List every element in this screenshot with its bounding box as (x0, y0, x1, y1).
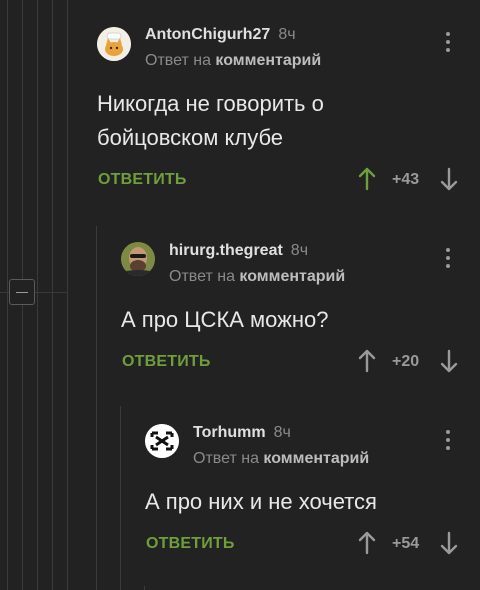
thread-line (22, 0, 23, 279)
comment-time: 8ч (278, 26, 296, 43)
upvote-icon[interactable] (357, 531, 377, 555)
comment-text: Никогда не говорить о бойцовском клубе (97, 87, 324, 155)
comment-text-line: А про них и не хочется (145, 489, 377, 514)
reply-target-link[interactable]: комментарий (263, 450, 369, 467)
thread-branch (35, 292, 67, 293)
reply-prefix: Ответ на (193, 450, 259, 467)
rating-value: +54 (392, 535, 420, 552)
upvote-icon[interactable] (357, 167, 377, 191)
comment-text-line: бойцовском клубе (97, 125, 284, 150)
more-options-icon[interactable] (443, 430, 453, 452)
reply-to-label: Ответ на комментарий (193, 450, 369, 468)
downvote-icon[interactable] (439, 167, 459, 191)
comment-text: А про ЦСКА можно? (121, 303, 329, 337)
upvote-icon[interactable] (357, 349, 377, 373)
comment-text-line: Никогда не говорить о (97, 91, 324, 116)
comment-text-line: А про ЦСКА можно? (121, 307, 329, 332)
reply-button[interactable]: ОТВЕТИТЬ (122, 353, 211, 371)
rating-value: +43 (392, 171, 420, 188)
rammstein-logo-avatar[interactable] (145, 424, 179, 458)
collapse-thread-button[interactable] (9, 279, 35, 305)
comment-time: 8ч (273, 424, 291, 441)
comment-author[interactable]: hirurg.thegreat 8ч (169, 242, 308, 260)
rating-value: +20 (392, 353, 420, 370)
reply-button[interactable]: ОТВЕТИТЬ (146, 535, 235, 553)
chef-cat-avatar[interactable] (97, 27, 131, 61)
downvote-icon[interactable] (439, 531, 459, 555)
reply-target-link[interactable]: комментарий (215, 52, 321, 69)
reply-to-label: Ответ на комментарий (145, 52, 321, 70)
author-name[interactable]: hirurg.thegreat (169, 242, 283, 259)
thread-line (22, 305, 23, 590)
thread-line (67, 0, 68, 590)
thread-line (7, 0, 8, 590)
thread-line (120, 406, 121, 590)
author-name[interactable]: AntonChigurh27 (145, 26, 270, 43)
thread-line (37, 0, 38, 590)
thread-line (52, 0, 53, 590)
comment-text: А про них и не хочется (145, 485, 377, 519)
reply-button[interactable]: ОТВЕТИТЬ (98, 171, 187, 189)
reply-prefix: Ответ на (169, 268, 235, 285)
reply-to-label: Ответ на комментарий (169, 268, 345, 286)
comment-author[interactable]: AntonChigurh27 8ч (145, 26, 296, 44)
reply-target-link[interactable]: комментарий (239, 268, 345, 285)
comment-time: 8ч (290, 242, 309, 259)
author-name[interactable]: Torhumm (193, 424, 266, 441)
bearded-man-avatar[interactable] (121, 242, 155, 276)
more-options-icon[interactable] (443, 32, 453, 54)
more-options-icon[interactable] (443, 248, 453, 270)
reply-prefix: Ответ на (145, 52, 211, 69)
thread-branch (0, 292, 9, 293)
comment-author[interactable]: Torhumm 8ч (193, 424, 291, 442)
thread-line (96, 226, 97, 590)
thread-line (144, 586, 145, 590)
downvote-icon[interactable] (439, 349, 459, 373)
